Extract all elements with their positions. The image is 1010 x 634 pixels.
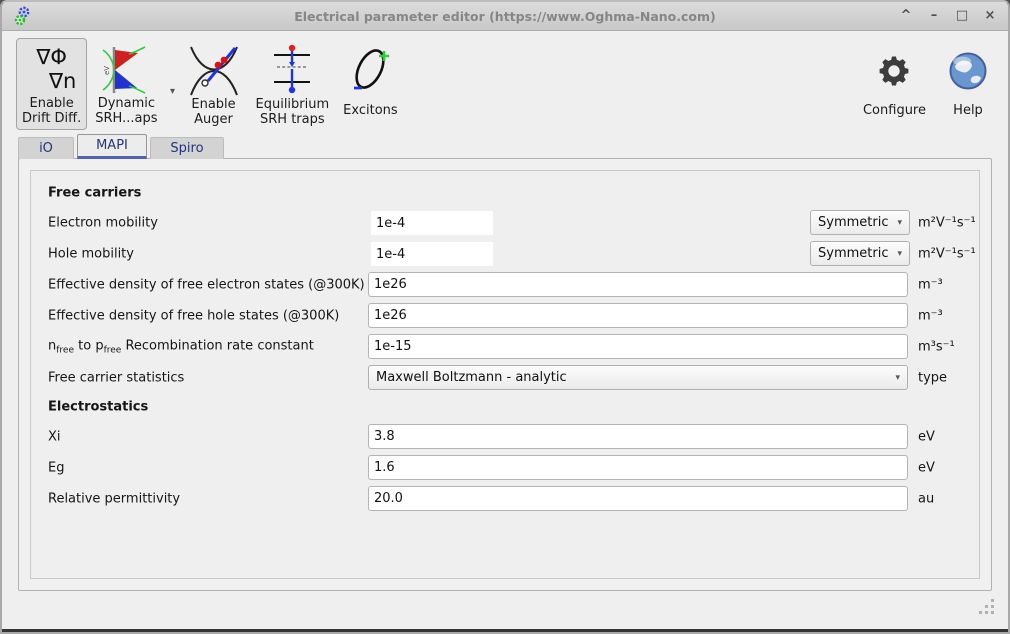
- section-header-free-carriers: Free carriers: [31, 179, 979, 207]
- recombination-rate-input[interactable]: [368, 334, 908, 359]
- gear-icon: [876, 42, 912, 100]
- enable-auger-button[interactable]: Enable Auger: [180, 38, 248, 130]
- select-value: Symmetric: [818, 215, 889, 230]
- electron-mobility-input[interactable]: [371, 211, 493, 235]
- unit-label: eV: [918, 429, 935, 444]
- row-free-carrier-statistics: Free carrier statistics Maxwell Boltzman…: [31, 362, 979, 393]
- svg-text:eV: eV: [103, 65, 111, 74]
- excitons-button[interactable]: Excitons: [337, 38, 404, 130]
- unit-label: m²V⁻¹s⁻¹: [918, 246, 976, 261]
- configure-button[interactable]: Configure: [857, 38, 932, 130]
- srh-traps-icon: [267, 42, 317, 98]
- tab-mapi[interactable]: MAPI: [77, 134, 147, 159]
- tab-panel: Free carriers Electron mobility Symmetri…: [18, 158, 992, 591]
- select-value: Maxwell Boltzmann - analytic: [376, 370, 567, 385]
- unit-label: type: [918, 370, 948, 385]
- auger-icon: [186, 42, 242, 98]
- unit-label: m⁻³: [918, 277, 943, 292]
- tab-spiro[interactable]: Spiro: [150, 137, 224, 159]
- section-title: Free carriers: [48, 185, 142, 201]
- button-label: Configure: [862, 103, 926, 118]
- row-xi: Xi eV: [31, 421, 979, 452]
- help-button[interactable]: Help: [942, 38, 994, 130]
- field-label: Effective density of free hole states (@…: [48, 308, 340, 323]
- button-label: Excitons: [343, 103, 398, 118]
- tab-bar: iO MAPI Spiro: [18, 134, 1008, 159]
- field-label: Xi: [48, 429, 61, 444]
- section-title: Electrostatics: [48, 399, 149, 415]
- rollup-button[interactable]: ^: [898, 3, 914, 29]
- chevron-down-icon: ▾: [895, 372, 900, 383]
- relative-permittivity-input[interactable]: [368, 486, 908, 511]
- enable-drift-diffusion-button[interactable]: ∇Φ ∇n Enable Drift Diff.: [16, 38, 88, 130]
- excitons-icon: [343, 42, 397, 100]
- electron-states-density-input[interactable]: [368, 272, 908, 297]
- titlebar[interactable]: Electrical parameter editor (https://www…: [2, 2, 1008, 31]
- close-button[interactable]: ×: [982, 3, 998, 29]
- dynamic-srh-icon: eV: [99, 42, 153, 97]
- app-gears-icon: [12, 5, 32, 27]
- toolbar: ∇Φ ∇n Enable Drift Diff. eV Dynamic SRH.…: [2, 31, 1008, 132]
- row-eg: Eg eV: [31, 452, 979, 483]
- button-label: Enable Drift Diff.: [22, 96, 82, 127]
- xi-input[interactable]: [368, 424, 908, 449]
- parameter-scroll-area: Free carriers Electron mobility Symmetri…: [30, 170, 980, 579]
- drift-diffusion-icon: ∇Φ ∇n: [36, 45, 77, 93]
- dynamic-srh-dropdown-arrow-icon[interactable]: ▾: [166, 86, 180, 97]
- section-header-electrostatics: Electrostatics: [31, 393, 979, 421]
- field-label: Eg: [48, 460, 65, 475]
- globe-icon: [948, 42, 988, 100]
- unit-label: au: [918, 491, 935, 506]
- dynamic-srh-traps-button[interactable]: eV Dynamic SRH...aps: [89, 38, 163, 130]
- row-relative-permittivity: Relative permittivity au: [31, 483, 979, 514]
- window-title: Electrical parameter editor (https://www…: [294, 8, 716, 24]
- row-hole-mobility: Hole mobility Symmetric ▾ m²V⁻¹s⁻¹: [31, 238, 979, 269]
- button-label: Dynamic SRH...aps: [95, 96, 158, 127]
- resize-grip[interactable]: [979, 599, 995, 615]
- free-carrier-statistics-select[interactable]: Maxwell Boltzmann - analytic ▾: [368, 365, 908, 390]
- unit-label: eV: [918, 460, 935, 475]
- select-value: Symmetric: [818, 246, 889, 261]
- row-hole-states-density: Effective density of free hole states (@…: [31, 300, 979, 331]
- hole-mobility-input[interactable]: [371, 242, 493, 266]
- field-label: nfree to pfree Recombination rate consta…: [48, 338, 314, 355]
- button-label: Help: [953, 103, 983, 118]
- unit-label: m³s⁻¹: [918, 339, 955, 354]
- hole-mobility-symmetry-select[interactable]: Symmetric ▾: [810, 241, 910, 266]
- unit-label: m⁻³: [918, 308, 943, 323]
- hole-states-density-input[interactable]: [368, 303, 908, 328]
- chevron-down-icon: ▾: [897, 217, 902, 228]
- chevron-down-icon: ▾: [897, 248, 902, 259]
- electrical-parameter-editor-window: Electrical parameter editor (https://www…: [0, 0, 1010, 634]
- window-bottom-edge: [2, 629, 1008, 632]
- tab-io[interactable]: iO: [18, 137, 74, 159]
- row-recombination-rate: nfree to pfree Recombination rate consta…: [31, 331, 979, 362]
- field-label: Free carrier statistics: [48, 370, 185, 385]
- field-label: Electron mobility: [48, 215, 158, 230]
- field-label: Effective density of free electron state…: [48, 277, 365, 292]
- minimize-button[interactable]: –: [926, 3, 942, 29]
- window-controls: ^ – □ ×: [898, 3, 998, 29]
- button-label: Enable Auger: [191, 97, 236, 127]
- row-electron-states-density: Effective density of free electron state…: [31, 269, 979, 300]
- equilibrium-srh-traps-button[interactable]: Equilibrium SRH traps: [250, 38, 336, 130]
- electron-mobility-symmetry-select[interactable]: Symmetric ▾: [810, 210, 910, 235]
- field-label: Hole mobility: [48, 246, 134, 261]
- eg-input[interactable]: [368, 455, 908, 480]
- unit-label: m²V⁻¹s⁻¹: [918, 215, 976, 230]
- button-label: Equilibrium SRH traps: [255, 97, 330, 127]
- maximize-button[interactable]: □: [954, 3, 970, 29]
- field-label: Relative permittivity: [48, 491, 181, 506]
- row-electron-mobility: Electron mobility Symmetric ▾ m²V⁻¹s⁻¹: [31, 207, 979, 238]
